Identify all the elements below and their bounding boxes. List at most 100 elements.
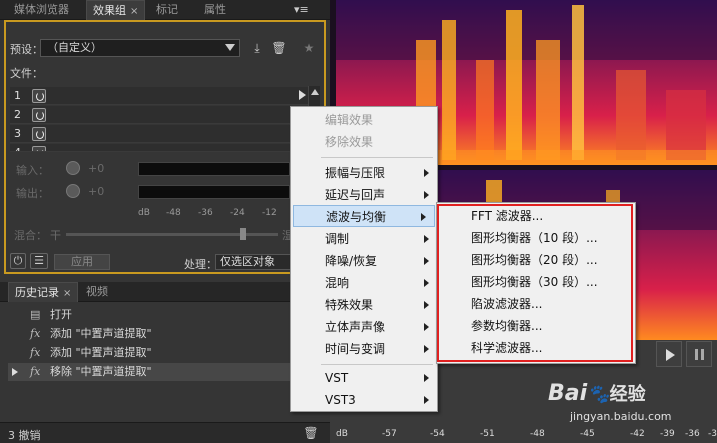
ruler-label: -54 [430, 429, 445, 439]
power-icon[interactable]: ⏻ [10, 253, 26, 269]
tab-history-label: 历史记录 [15, 286, 59, 299]
ruler-label: -42 [630, 429, 645, 439]
submenu-arrow-icon [424, 191, 429, 199]
menu-separator [321, 364, 433, 365]
menu-item-modulation[interactable]: 调制 [291, 228, 437, 250]
panel-menu-icon[interactable]: ▾≡ [288, 0, 315, 20]
slot-number: 2 [14, 108, 21, 121]
ruler-label: -57 [382, 429, 397, 439]
menu-item-filter-eq[interactable]: 滤波与均衡 [293, 205, 435, 227]
watermark-brand: Bai [548, 381, 588, 406]
submenu-arrow-icon [424, 301, 429, 309]
menu-item-special[interactable]: 特殊效果 [291, 294, 437, 316]
tab-history[interactable]: 历史记录 × [8, 282, 79, 302]
input-label: 输入： [16, 164, 49, 177]
output-knob[interactable] [66, 184, 80, 198]
scroll-up-icon[interactable] [311, 89, 319, 95]
menu-item-label: VST3 [325, 393, 356, 407]
history-item-text: 添加 "中置声道提取" [50, 346, 152, 359]
menu-item-label: VST [325, 371, 349, 385]
submenu-arrow-icon [424, 169, 429, 177]
submenu-arrow-icon [424, 257, 429, 265]
preset-dropdown[interactable]: （自定义） [40, 39, 240, 57]
history-statusbar: 3 撤销 🗑 [0, 422, 330, 443]
effect-slot[interactable]: 4 [10, 144, 310, 152]
apply-button[interactable]: 应用 [54, 254, 110, 270]
play-button[interactable] [656, 341, 682, 367]
slider-thumb[interactable] [240, 228, 246, 240]
effect-slot[interactable]: 1 [10, 87, 310, 105]
tab-markers[interactable]: 标记 [150, 0, 184, 20]
output-meter [138, 185, 290, 199]
menu-item-label: 滤波与均衡 [326, 210, 387, 224]
pause-icon [701, 349, 704, 360]
fx-icon: fx [30, 346, 41, 359]
history-item[interactable]: ▤ 打开 [8, 306, 324, 324]
paw-icon: 🐾 [587, 384, 610, 405]
submenu-arrow-icon [424, 323, 429, 331]
watermark-url: jingyan.baidu.com [570, 410, 672, 423]
list-icon[interactable]: ☰ [30, 253, 48, 269]
chevron-down-icon [225, 44, 235, 51]
fx-icon: fx [30, 327, 41, 340]
power-icon[interactable] [32, 89, 46, 103]
menu-item-vst3[interactable]: VST3 [291, 389, 437, 411]
tab-effects-rack-label: 效果组 [93, 4, 126, 17]
menu-item-label: 时间与变调 [325, 342, 386, 356]
menu-item-edit-effect: 编辑效果 [325, 113, 374, 127]
play-arrow-icon[interactable] [299, 90, 306, 100]
submenu-arrow-icon [424, 345, 429, 353]
tab-effects-rack[interactable]: 效果组 × [86, 0, 146, 20]
close-icon[interactable]: × [130, 6, 138, 17]
watermark-suffix: 经验 [609, 384, 646, 405]
scale-label: -36 [198, 208, 213, 218]
tab-media-browser[interactable]: 媒体浏览器 [8, 0, 75, 20]
history-item[interactable]: fx 添加 "中置声道提取" [8, 325, 324, 343]
trash-icon[interactable]: 🗑 [270, 39, 288, 57]
menu-item-time-pitch[interactable]: 时间与变调 [291, 338, 437, 360]
undo-count: 3 撤销 [8, 429, 41, 442]
history-item-selected[interactable]: fx 移除 "中置声道提取" [8, 363, 324, 381]
save-preset-icon[interactable]: ⤓ [248, 39, 266, 57]
power-icon[interactable] [32, 146, 46, 151]
power-icon[interactable] [32, 127, 46, 141]
history-item[interactable]: fx 添加 "中置声道提取" [8, 344, 324, 362]
effect-slot[interactable]: 2 [10, 106, 310, 124]
history-tabbar: 历史记录 × 视频 [0, 282, 330, 302]
menu-item-delay[interactable]: 延迟与回声 [291, 184, 437, 206]
star-icon[interactable]: ★ [300, 39, 318, 57]
menu-item-stereo-imagery[interactable]: 立体声声像 [291, 316, 437, 338]
input-knob[interactable] [66, 161, 80, 175]
output-gain: +0 [88, 185, 105, 198]
menu-item-vst[interactable]: VST [291, 367, 437, 389]
effect-slot[interactable]: 3 [10, 125, 310, 143]
slot-number: 4 [14, 146, 21, 151]
power-icon[interactable] [32, 108, 46, 122]
menu-item-label: 振幅与压限 [325, 166, 386, 180]
play-icon [666, 349, 675, 361]
submenu-arrow-icon [421, 213, 426, 221]
scale-label: -48 [166, 208, 181, 218]
history-item-text: 添加 "中置声道提取" [50, 327, 152, 340]
ruler-label: -36 [685, 429, 700, 439]
close-icon[interactable]: × [63, 288, 71, 299]
tab-properties[interactable]: 属性 [198, 0, 232, 20]
file-label: 文件： [10, 67, 43, 80]
pause-button[interactable] [686, 341, 712, 367]
menu-item-noise-reduction[interactable]: 降噪/恢复 [291, 250, 437, 272]
preset-value: （自定义） [47, 41, 102, 54]
watermark-logo: Bai🐾经验 [548, 380, 646, 406]
menu-separator [321, 157, 433, 158]
mix-dry-label: 干 [50, 229, 61, 242]
mix-slider[interactable] [66, 228, 278, 240]
menu-item-amplitude[interactable]: 振幅与压限 [291, 162, 437, 184]
input-meter [138, 162, 290, 176]
menu-item-reverb[interactable]: 混响 [291, 272, 437, 294]
trash-icon[interactable]: 🗑 [302, 424, 320, 442]
submenu-arrow-icon [424, 279, 429, 287]
tab-video[interactable]: 视频 [80, 282, 114, 302]
file-icon: ▤ [30, 308, 41, 321]
pause-icon [695, 349, 698, 360]
submenu-arrow-icon [424, 396, 429, 404]
menu-item-label: 立体声声像 [325, 320, 386, 334]
